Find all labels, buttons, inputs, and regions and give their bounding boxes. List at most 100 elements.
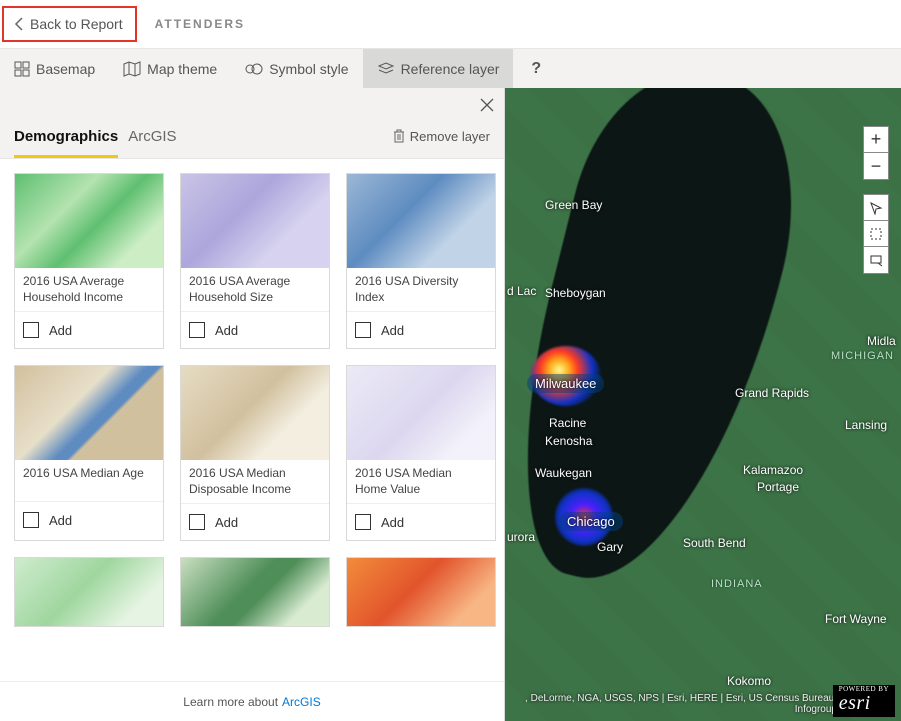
trash-icon	[392, 128, 406, 144]
layer-card: 2016 USA Average Household Size Add	[180, 173, 330, 349]
checkbox-icon	[189, 322, 205, 338]
map-label: Gary	[597, 540, 623, 554]
map-theme-button[interactable]: Map theme	[109, 49, 231, 88]
reference-layer-panel: Demographics ArcGIS Remove layer 2016 US…	[0, 88, 505, 721]
layer-add-label: Add	[215, 323, 238, 338]
layer-card	[346, 557, 496, 627]
back-label: Back to Report	[30, 16, 123, 32]
layer-add-label: Add	[215, 515, 238, 530]
layer-add-button[interactable]: Add	[347, 504, 495, 540]
symbol-style-icon	[245, 61, 263, 77]
lasso-select-icon	[869, 253, 883, 267]
help-button[interactable]: ?	[513, 49, 559, 88]
pointer-tool-button[interactable]	[864, 195, 888, 221]
layer-thumbnail	[15, 366, 163, 460]
reference-layer-label: Reference layer	[401, 61, 500, 77]
map-label: Waukegan	[535, 466, 592, 480]
layer-add-button[interactable]: Add	[181, 312, 329, 348]
map-region-label: MICHIGAN	[831, 350, 894, 362]
layer-title: 2016 USA Average Household Size	[181, 268, 329, 312]
symbol-style-button[interactable]: Symbol style	[231, 49, 362, 88]
map-label: Kenosha	[545, 434, 592, 448]
esri-logo: POWERED BY esri	[833, 685, 895, 717]
checkbox-icon	[23, 322, 39, 338]
layer-title: 2016 USA Average Household Income	[15, 268, 163, 312]
layer-card: 2016 USA Median Age Add	[14, 365, 164, 541]
checkbox-icon	[355, 514, 371, 530]
map-label: Kalamazoo	[743, 463, 803, 477]
remove-layer-button[interactable]: Remove layer	[392, 128, 490, 150]
panel-tabs: Demographics ArcGIS	[14, 120, 177, 158]
map-label: Green Bay	[545, 198, 602, 212]
checkbox-icon	[355, 322, 371, 338]
zoom-controls: + −	[863, 126, 889, 180]
tab-arcgis[interactable]: ArcGIS	[128, 120, 176, 158]
layer-card	[14, 557, 164, 627]
layer-card: 2016 USA Average Household Income Add	[14, 173, 164, 349]
panel-footer: Learn more about ArcGIS	[0, 681, 504, 721]
lasso-select-button[interactable]	[864, 247, 888, 273]
map-label: Fort Wayne	[825, 612, 887, 626]
checkbox-icon	[23, 512, 39, 528]
layer-title: 2016 USA Diversity Index	[347, 268, 495, 312]
map-label: d Lac	[507, 284, 536, 298]
pointer-icon	[869, 201, 883, 215]
reference-layer-icon	[377, 61, 395, 77]
layer-add-button[interactable]: Add	[15, 312, 163, 348]
zoom-in-button[interactable]: +	[864, 127, 888, 153]
layer-card	[180, 557, 330, 627]
layer-thumbnail	[347, 558, 495, 626]
map-label: urora	[507, 530, 535, 544]
layer-add-label: Add	[49, 513, 72, 528]
rectangle-select-button[interactable]	[864, 221, 888, 247]
layer-thumbnail	[15, 174, 163, 268]
remove-layer-label: Remove layer	[410, 129, 490, 144]
toolbar: Basemap Map theme Symbol style Reference…	[0, 48, 901, 88]
rectangle-select-icon	[869, 227, 883, 241]
content: Demographics ArcGIS Remove layer 2016 US…	[0, 88, 901, 721]
layer-card: 2016 USA Diversity Index Add	[346, 173, 496, 349]
layer-title: 2016 USA Median Disposable Income	[181, 460, 329, 504]
panel-close-button[interactable]	[480, 98, 494, 115]
chevron-left-icon	[14, 17, 24, 31]
zoom-out-button[interactable]: −	[864, 153, 888, 179]
layer-add-button[interactable]: Add	[15, 502, 163, 538]
layer-thumbnail	[181, 174, 329, 268]
arcgis-link[interactable]: ArcGIS	[282, 695, 321, 709]
layer-grid: 2016 USA Average Household Income Add 20…	[0, 159, 504, 681]
layer-thumbnail	[15, 558, 163, 626]
layer-add-button[interactable]: Add	[181, 504, 329, 540]
map-label: South Bend	[683, 536, 746, 550]
map-label: Sheboygan	[545, 286, 606, 300]
back-to-report-button[interactable]: Back to Report	[2, 6, 137, 42]
map-label: Racine	[549, 416, 586, 430]
app-header: Back to Report ATTENDERS	[0, 0, 901, 48]
map-canvas[interactable]: Green Bay d Lac Sheboygan Milwaukee Raci…	[505, 88, 901, 721]
layer-add-label: Add	[381, 323, 404, 338]
page-title: ATTENDERS	[155, 17, 245, 31]
layer-thumbnail	[347, 174, 495, 268]
layer-card: 2016 USA Median Disposable Income Add	[180, 365, 330, 541]
tab-demographics[interactable]: Demographics	[14, 120, 118, 158]
layer-thumbnail	[347, 366, 495, 460]
layer-thumbnail	[181, 558, 329, 626]
map-city-label: Milwaukee	[527, 374, 604, 393]
map-theme-icon	[123, 61, 141, 77]
panel-tabs-row: Demographics ArcGIS Remove layer	[0, 88, 504, 159]
map-label: Midla	[867, 334, 896, 348]
layer-thumbnail	[181, 366, 329, 460]
map-city-label: Chicago	[559, 512, 623, 531]
map-attribution: , DeLorme, NGA, USGS, NPS | Esri, HERE |…	[509, 693, 837, 715]
basemap-button[interactable]: Basemap	[0, 49, 109, 88]
layer-add-label: Add	[381, 515, 404, 530]
map-label: Portage	[757, 480, 799, 494]
footer-text: Learn more about	[183, 695, 278, 709]
map-label: Lansing	[845, 418, 887, 432]
checkbox-icon	[189, 514, 205, 530]
map-theme-label: Map theme	[147, 61, 217, 77]
reference-layer-button[interactable]: Reference layer	[363, 49, 514, 88]
esri-brand-label: esri	[839, 692, 871, 714]
map-label: Grand Rapids	[735, 386, 809, 400]
map-region-label: INDIANA	[711, 578, 763, 590]
layer-add-button[interactable]: Add	[347, 312, 495, 348]
